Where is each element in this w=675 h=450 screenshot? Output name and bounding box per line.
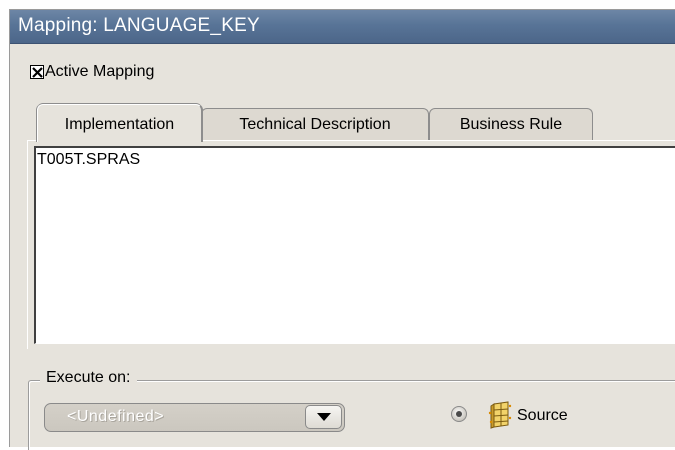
execute-on-combo[interactable]: <Undefined> <box>44 403 345 432</box>
tab-technical-description[interactable]: Technical Description <box>201 108 429 140</box>
combo-value: <Undefined> <box>67 408 165 425</box>
tab-implementation[interactable]: Implementation <box>37 104 202 142</box>
radio-selected-dot <box>456 411 462 417</box>
window-title: Mapping: LANGUAGE_KEY <box>18 15 260 36</box>
active-mapping-label: Active Mapping <box>45 63 155 80</box>
title-bar: Mapping: LANGUAGE_KEY <box>10 10 675 44</box>
source-label: Source <box>517 407 568 424</box>
chevron-down-icon <box>317 413 331 421</box>
tab-business-rule[interactable]: Business Rule <box>429 108 593 140</box>
source-table-icon <box>488 401 512 429</box>
active-mapping-checkbox[interactable] <box>30 65 44 79</box>
tab-panel-implementation: T005T.SPRAS <box>27 140 675 349</box>
execute-on-label: Execute on: <box>40 369 137 387</box>
implementation-text-area[interactable]: T005T.SPRAS <box>34 146 675 344</box>
combo-dropdown-button[interactable] <box>305 405 342 429</box>
source-radio[interactable] <box>451 406 467 422</box>
checkmark-x-icon <box>32 67 43 78</box>
active-mapping-checkbox-row[interactable]: Active Mapping <box>30 62 154 82</box>
